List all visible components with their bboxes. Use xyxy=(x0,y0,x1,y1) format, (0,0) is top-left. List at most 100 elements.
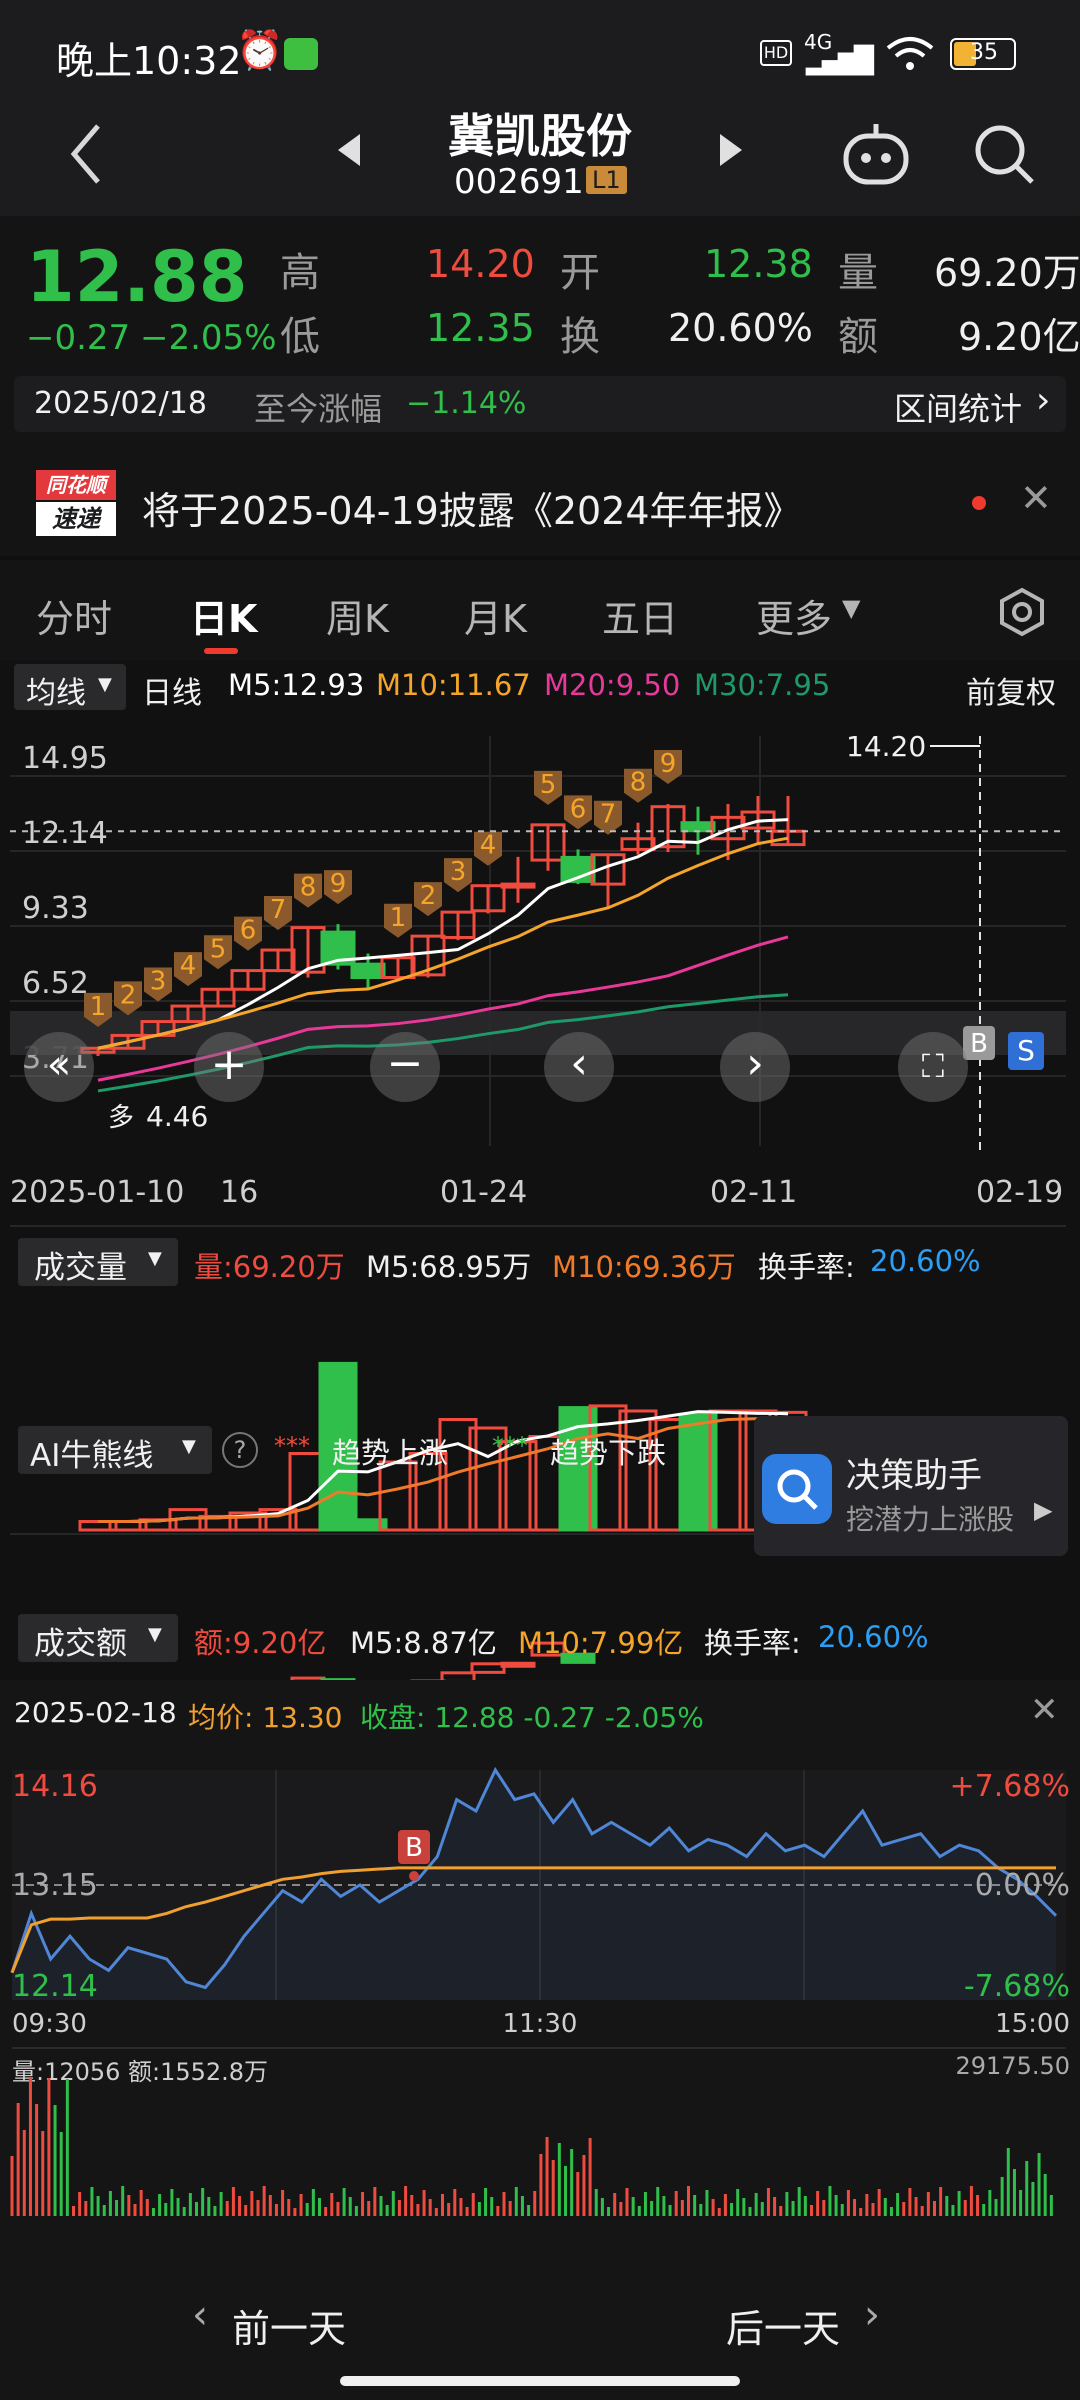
intraday-chart[interactable]: 14.16 13.15 12.14 +7.68% 0.00% -7.68% 09:30 11:… xyxy=(0,1740,1080,2270)
notice-text: 将于2025-04-19披露《2024年年报》 xyxy=(142,489,802,533)
y-low-label: 12.14 xyxy=(12,1969,98,2004)
ma5-value: M5:12.93 xyxy=(228,668,365,702)
status-time: 晚上10:32 xyxy=(56,39,242,83)
y-tick-label: 6.52 xyxy=(22,966,89,1001)
turnover-label: 换 xyxy=(560,314,600,360)
price-change: −0.27 xyxy=(26,318,131,358)
time-mid-label: 11:30 xyxy=(503,2009,578,2039)
adjust-mode[interactable]: 前复权 xyxy=(966,668,1056,712)
assistant-title: 决策助手 xyxy=(846,1456,982,1496)
prev-day-button[interactable]: 前一天 xyxy=(232,2298,346,2353)
open-label: 开 xyxy=(560,250,600,296)
next-day-button[interactable]: 后一天 xyxy=(726,2298,840,2353)
y-mid-label: 13.15 xyxy=(12,1868,98,1903)
settings-icon[interactable] xyxy=(996,586,1048,638)
kline-chart[interactable]: 14.9512.149.336.523.711 2 345678 9123456 789… xyxy=(0,716,1080,1740)
intraday-volume-max: 29175.50 xyxy=(955,2052,1070,2080)
high-annotation: 14.20 xyxy=(846,730,926,763)
stock-name: 冀凯股份 xyxy=(448,109,632,163)
chevron-down-icon: ▼ xyxy=(98,674,112,695)
bottom-nav: ‹ 前一天 后一天 › xyxy=(0,2270,1080,2400)
turnover-value: 20.60% xyxy=(668,306,813,350)
amount-turnover-value: 20.60% xyxy=(818,1620,929,1654)
candle-body xyxy=(680,821,716,833)
app-notification-icon xyxy=(284,38,318,70)
amount-m5: M5:8.87亿 xyxy=(350,1626,497,1660)
decision-assistant-card[interactable]: 决策助手 挖潜力上涨股 ▶ xyxy=(754,1416,1068,1556)
close-icon[interactable]: ✕ xyxy=(1020,476,1052,520)
rewind-icon[interactable]: « xyxy=(24,1032,94,1102)
assistant-logo-icon xyxy=(762,1454,832,1524)
trend-up-legend: 趋势上涨 xyxy=(332,1436,449,1470)
streak-badge-number: 9 xyxy=(330,869,347,899)
intraday-close: 收盘: 12.88 -0.27 -2.05% xyxy=(360,1701,704,1734)
current-price: 12.88 xyxy=(26,236,248,318)
amount-value: 9.20亿 xyxy=(958,315,1080,359)
pct-low-label: -7.68% xyxy=(964,1969,1070,2004)
amount-turnover-label: 换手率: xyxy=(704,1626,801,1660)
y-tick-label: 14.95 xyxy=(22,741,108,776)
date-bar[interactable]: 2025/02/18 至今涨幅 −1.14% 区间统计 › xyxy=(14,376,1066,432)
next-stock-icon[interactable] xyxy=(716,130,746,170)
tab-more[interactable]: 更多 xyxy=(756,588,832,643)
range-stats-button[interactable]: 区间统计 xyxy=(894,384,1022,430)
y-high-label: 14.16 xyxy=(12,1769,98,1804)
unread-dot-icon xyxy=(972,496,986,510)
prev-stock-icon[interactable] xyxy=(334,130,364,170)
streak-badge-number: 4 xyxy=(180,951,197,981)
trend-down-marker: *** xyxy=(492,1432,528,1460)
chevron-down-icon: ▼ xyxy=(148,1624,162,1645)
volume-value: 69.20万 xyxy=(934,251,1080,295)
battery-icon: 35 xyxy=(950,38,1016,70)
alarm-icon: ⏰ xyxy=(236,28,284,72)
y-tick-label: 9.33 xyxy=(22,891,89,926)
search-icon[interactable] xyxy=(972,122,1036,186)
high-value: 14.20 xyxy=(426,242,535,286)
notice-banner[interactable]: 同花顺 速递 将于2025-04-19披露《2024年年报》 ✕ xyxy=(0,446,1080,556)
candle-body xyxy=(500,882,536,889)
back-icon[interactable] xyxy=(66,122,106,186)
tab-monthly-k[interactable]: 月K xyxy=(464,588,527,643)
tab-five-day[interactable]: 五日 xyxy=(602,588,678,643)
amount-m10: M10:7.99亿 xyxy=(518,1626,684,1660)
zoom-controls: « + − ‹ › ⛶ xyxy=(14,1028,1070,1108)
x-tick-label: 16 xyxy=(220,1175,258,1210)
streak-badge-number: 5 xyxy=(210,934,227,964)
active-tab-indicator xyxy=(204,648,238,654)
x-tick-label: 01-24 xyxy=(440,1175,527,1210)
tab-weekly-k[interactable]: 周K xyxy=(326,588,389,643)
scroll-left-icon[interactable]: ‹ xyxy=(544,1032,614,1102)
streak-badge-number: 1 xyxy=(390,903,407,933)
home-indicator[interactable] xyxy=(340,2376,740,2386)
low-label: 低 xyxy=(280,314,320,360)
help-icon[interactable]: ? xyxy=(222,1432,258,1468)
tab-intraday[interactable]: 分时 xyxy=(36,588,112,643)
buy-point xyxy=(409,1871,419,1881)
trend-down-legend: 趋势下跌 xyxy=(550,1436,667,1470)
zoom-in-icon[interactable]: + xyxy=(194,1032,264,1102)
chevron-down-icon: ▼ xyxy=(148,1248,162,1269)
robot-assistant-icon[interactable] xyxy=(840,120,912,188)
close-icon[interactable]: ✕ xyxy=(1030,1690,1059,1730)
chevron-right-icon: ▶ xyxy=(1034,1496,1053,1524)
streak-badge-number: 9 xyxy=(660,749,677,779)
intraday-panel: 2025-02-18 均价: 13.30 收盘: 12.88 -0.27 -2.… xyxy=(0,1680,1080,2270)
ma-selector-label: 均线 xyxy=(26,676,86,711)
ths-express-logo: 同花顺 速递 xyxy=(36,470,116,536)
volume-m10: M10:69.36万 xyxy=(552,1250,736,1284)
scroll-right-icon[interactable]: › xyxy=(720,1032,790,1102)
chevron-left-icon: ‹ xyxy=(192,2292,208,2338)
x-tick-label: 02-11 xyxy=(710,1175,797,1210)
since-label: 至今涨幅 xyxy=(254,390,383,428)
ai-candle xyxy=(500,1661,536,1668)
volume-label: 量 xyxy=(838,250,878,296)
chevron-down-icon: ▼ xyxy=(842,594,861,622)
period-label: 日线 xyxy=(142,676,202,711)
zoom-out-icon[interactable]: − xyxy=(370,1032,440,1102)
streak-badge-number: 2 xyxy=(420,881,437,911)
fullscreen-icon[interactable]: ⛶ xyxy=(898,1032,968,1102)
tab-daily-k[interactable]: 日K xyxy=(190,588,257,643)
amount-selector-label: 成交额 xyxy=(34,1626,127,1662)
streak-badge-number: 1 xyxy=(90,992,107,1022)
volume-m5: M5:68.95万 xyxy=(366,1250,532,1284)
